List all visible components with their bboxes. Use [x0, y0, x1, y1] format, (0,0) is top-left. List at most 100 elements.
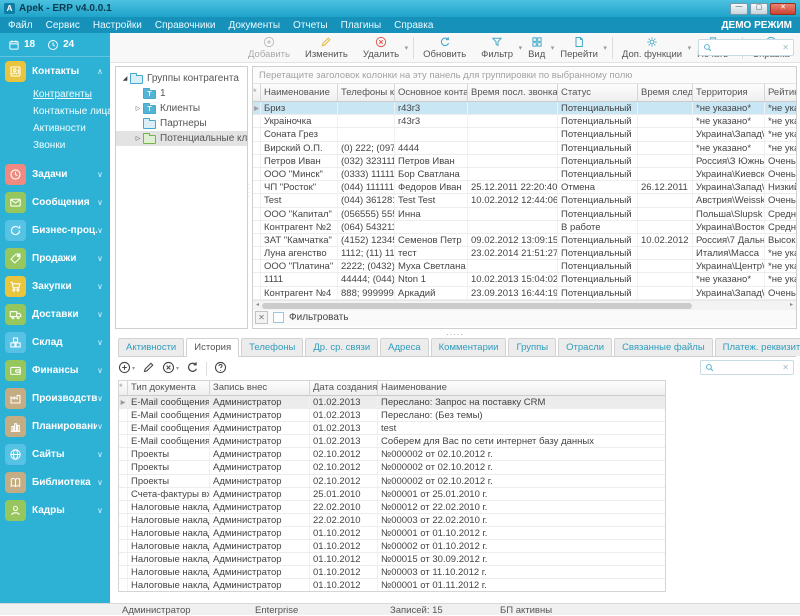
- history-row[interactable]: Налоговые накладные исх.Администратор22.…: [119, 501, 665, 514]
- tab-Адреса[interactable]: Адреса: [380, 338, 428, 356]
- sidebar-item-messages[interactable]: Сообщения∨: [0, 188, 110, 216]
- column-header-Тип документа[interactable]: Тип документа: [128, 381, 210, 395]
- tab-Комментарии[interactable]: Комментарии: [431, 338, 507, 356]
- contractor-row[interactable]: ООО "Минск"(0333) 11111111Бор СватланаПо…: [253, 168, 796, 181]
- scroll-right-icon[interactable]: [787, 301, 796, 310]
- column-header-Территория[interactable]: Территория: [693, 84, 765, 101]
- minimize-button[interactable]: [730, 3, 748, 15]
- column-header-Статус[interactable]: Статус: [558, 84, 638, 101]
- sidebar-item-finances[interactable]: Финансы∨: [0, 356, 110, 384]
- scroll-left-icon[interactable]: [253, 301, 262, 310]
- close-filter-button[interactable]: [255, 311, 268, 324]
- tree-node-Партнеры[interactable]: Партнеры: [116, 116, 247, 131]
- sidebar-item-business-processes[interactable]: Бизнес-проц...∨: [0, 216, 110, 244]
- column-header-Основное контактное ли[interactable]: Основное контактное ли: [395, 84, 468, 101]
- contractor-row[interactable]: Луна агенство1112; (11) 11; (1тест23.02.…: [253, 247, 796, 260]
- sidebar-item-tasks[interactable]: Задачи∨: [0, 160, 110, 188]
- expand-closed-icon[interactable]: ▷: [133, 135, 143, 142]
- contractor-row[interactable]: ООО "Капитал"(056555) 555ИннаПотенциальн…: [253, 208, 796, 221]
- toolbar-delete-button[interactable]: ▾: [162, 361, 179, 377]
- sidebar-item-purchases[interactable]: Закупки∨: [0, 272, 110, 300]
- column-header-Время посл. звонка[interactable]: Время посл. звонка: [468, 84, 558, 101]
- toolbar-functions-button[interactable]: Доп. функции▾: [617, 34, 692, 61]
- history-row[interactable]: Налоговые накладные исх.Администратор01.…: [119, 566, 665, 579]
- history-row[interactable]: Налоговые накладные исх.Администратор01.…: [119, 540, 665, 553]
- sidebar-item-warehouse[interactable]: Склад∨: [0, 328, 110, 356]
- contractor-row[interactable]: ООО "Платина"2222; (0432) 111Муха Светла…: [253, 260, 796, 273]
- column-header-Время след. звонк[interactable]: Время след. звонк: [638, 84, 693, 101]
- toolbar-view-button[interactable]: Вид▾: [523, 34, 555, 61]
- maximize-button[interactable]: [750, 3, 768, 15]
- contractor-row[interactable]: ЧП "Росток"(044) 1111111Федоров Иван25.1…: [253, 181, 796, 194]
- contractor-row[interactable]: Украіночкаr43r3Потенциальный*не указано*…: [253, 115, 796, 128]
- sidebar-item-sites[interactable]: Сайты∨: [0, 440, 110, 468]
- column-header-Рейтинг[interactable]: Рейтинг: [765, 84, 796, 101]
- tab-Активности[interactable]: Активности: [118, 338, 184, 356]
- menu-item-Документы[interactable]: Документы: [228, 20, 280, 31]
- column-header-Дата создания[interactable]: Дата создания: [310, 381, 378, 395]
- column-header-Наименование[interactable]: Наименование: [378, 381, 665, 395]
- history-row[interactable]: Налоговые накладные вх.Администратор22.0…: [119, 514, 665, 527]
- toolbar-help-button[interactable]: [214, 361, 227, 377]
- toolbar-refresh-button[interactable]: Обновить: [418, 34, 476, 61]
- toolbar-edit-button[interactable]: [142, 361, 155, 377]
- tab-Др. ср. связи[interactable]: Др. ср. связи: [305, 338, 378, 356]
- sidebar-item-planning[interactable]: Планирование∨: [0, 412, 110, 440]
- menu-item-Справочники[interactable]: Справочники: [155, 20, 216, 31]
- sidebar-item-deliveries[interactable]: Доставки∨: [0, 300, 110, 328]
- tree-node-Потенциальные клиенты[interactable]: ▷Потенциальные клиенты: [116, 131, 247, 146]
- history-row[interactable]: ПроектыАдминистратор02.10.2012№000002 от…: [119, 475, 665, 488]
- tree-node-Клиенты[interactable]: ▷TКлиенты: [116, 101, 247, 116]
- filter-checkbox[interactable]: [273, 312, 284, 323]
- toolbar-delete-button[interactable]: Удалить▾: [358, 34, 409, 61]
- toolbar-edit-button[interactable]: Изменить: [300, 34, 358, 61]
- menu-item-Отчеты[interactable]: Отчеты: [293, 20, 328, 31]
- history-row[interactable]: E-Mail сообщенияАдминистратор01.02.2013t…: [119, 422, 665, 435]
- menu-item-Плагины[interactable]: Плагины: [341, 20, 382, 31]
- contractor-row[interactable]: ▸Бризr43r3Потенциальный*не указано**не у…: [253, 102, 796, 115]
- tab-Платеж. реквизиты[interactable]: Платеж. реквизиты: [715, 338, 800, 356]
- column-header-Запись внес[interactable]: Запись внес: [210, 381, 310, 395]
- menu-item-Сервис[interactable]: Сервис: [46, 20, 80, 31]
- tab-Связанные файлы[interactable]: Связанные файлы: [614, 338, 713, 356]
- sidebar-item-sales[interactable]: Продажи∨: [0, 244, 110, 272]
- history-row[interactable]: E-Mail сообщенияАдминистратор01.02.2013П…: [119, 409, 665, 422]
- clear-search-icon[interactable]: [782, 363, 789, 372]
- contractor-row[interactable]: Петров Иван(032) 3231111; (Петров ИванПо…: [253, 155, 796, 168]
- column-header-Телефоны к[interactable]: Телефоны к▲: [338, 84, 395, 101]
- sidebar-subitem-Контрагенты[interactable]: Контрагенты: [33, 86, 110, 103]
- history-row[interactable]: ПроектыАдминистратор02.10.2012№000002 от…: [119, 448, 665, 461]
- toolbar-go-button[interactable]: Перейти▾: [555, 34, 608, 61]
- tab-Группы[interactable]: Группы: [508, 338, 556, 356]
- horizontal-scrollbar[interactable]: [253, 300, 796, 310]
- contractor-row[interactable]: Test(044) 3612816; (Test Test10.02.2012 …: [253, 194, 796, 207]
- sidebar-item-hr[interactable]: Кадры∨: [0, 496, 110, 524]
- contractor-row[interactable]: 111144444; (044) 666Nton 110.02.2013 15:…: [253, 273, 796, 286]
- sidebar-subitem-Звонки[interactable]: Звонки: [33, 137, 110, 154]
- detail-search-input[interactable]: [717, 363, 779, 373]
- toolbar-add-button[interactable]: Добавить: [243, 34, 300, 61]
- sidebar-item-production[interactable]: Производство∨: [0, 384, 110, 412]
- menu-item-Настройки[interactable]: Настройки: [93, 20, 142, 31]
- sidebar-item-contacts[interactable]: Контакты∧: [0, 57, 110, 85]
- toolbar-add-button[interactable]: ▾: [118, 361, 135, 377]
- tab-Телефоны[interactable]: Телефоны: [241, 338, 303, 356]
- toolbar-filter-button[interactable]: Фильтр▾: [476, 34, 523, 61]
- history-row[interactable]: Счета-фактуры вх.Администратор25.01.2010…: [119, 488, 665, 501]
- menu-item-Файл[interactable]: Файл: [8, 20, 33, 31]
- clear-search-icon[interactable]: [782, 43, 789, 52]
- menu-item-Справка[interactable]: Справка: [394, 20, 433, 31]
- history-row[interactable]: ПроектыАдминистратор02.10.2012№000002 от…: [119, 461, 665, 474]
- column-header-Наименование[interactable]: Наименование: [261, 84, 338, 101]
- scrollbar-thumb[interactable]: [262, 303, 692, 309]
- search-input[interactable]: [715, 43, 779, 53]
- expand-open-icon[interactable]: ◢: [120, 75, 130, 82]
- contractor-row[interactable]: Контрагент №4888; 999999; 88Аркадий23.09…: [253, 287, 796, 300]
- contractor-row[interactable]: Соната ГрезПотенциальныйУкраина\Запад\Ль…: [253, 128, 796, 141]
- toolbar-refresh-button[interactable]: [186, 361, 199, 377]
- sidebar-item-library[interactable]: Библиотека∨: [0, 468, 110, 496]
- history-row[interactable]: Налоговые накладные исх.Администратор01.…: [119, 553, 665, 566]
- history-row[interactable]: E-Mail сообщенияАдминистратор01.02.2013С…: [119, 435, 665, 448]
- expand-closed-icon[interactable]: ▷: [133, 105, 143, 112]
- history-row[interactable]: Налоговые накладные исх.Администратор01.…: [119, 579, 665, 592]
